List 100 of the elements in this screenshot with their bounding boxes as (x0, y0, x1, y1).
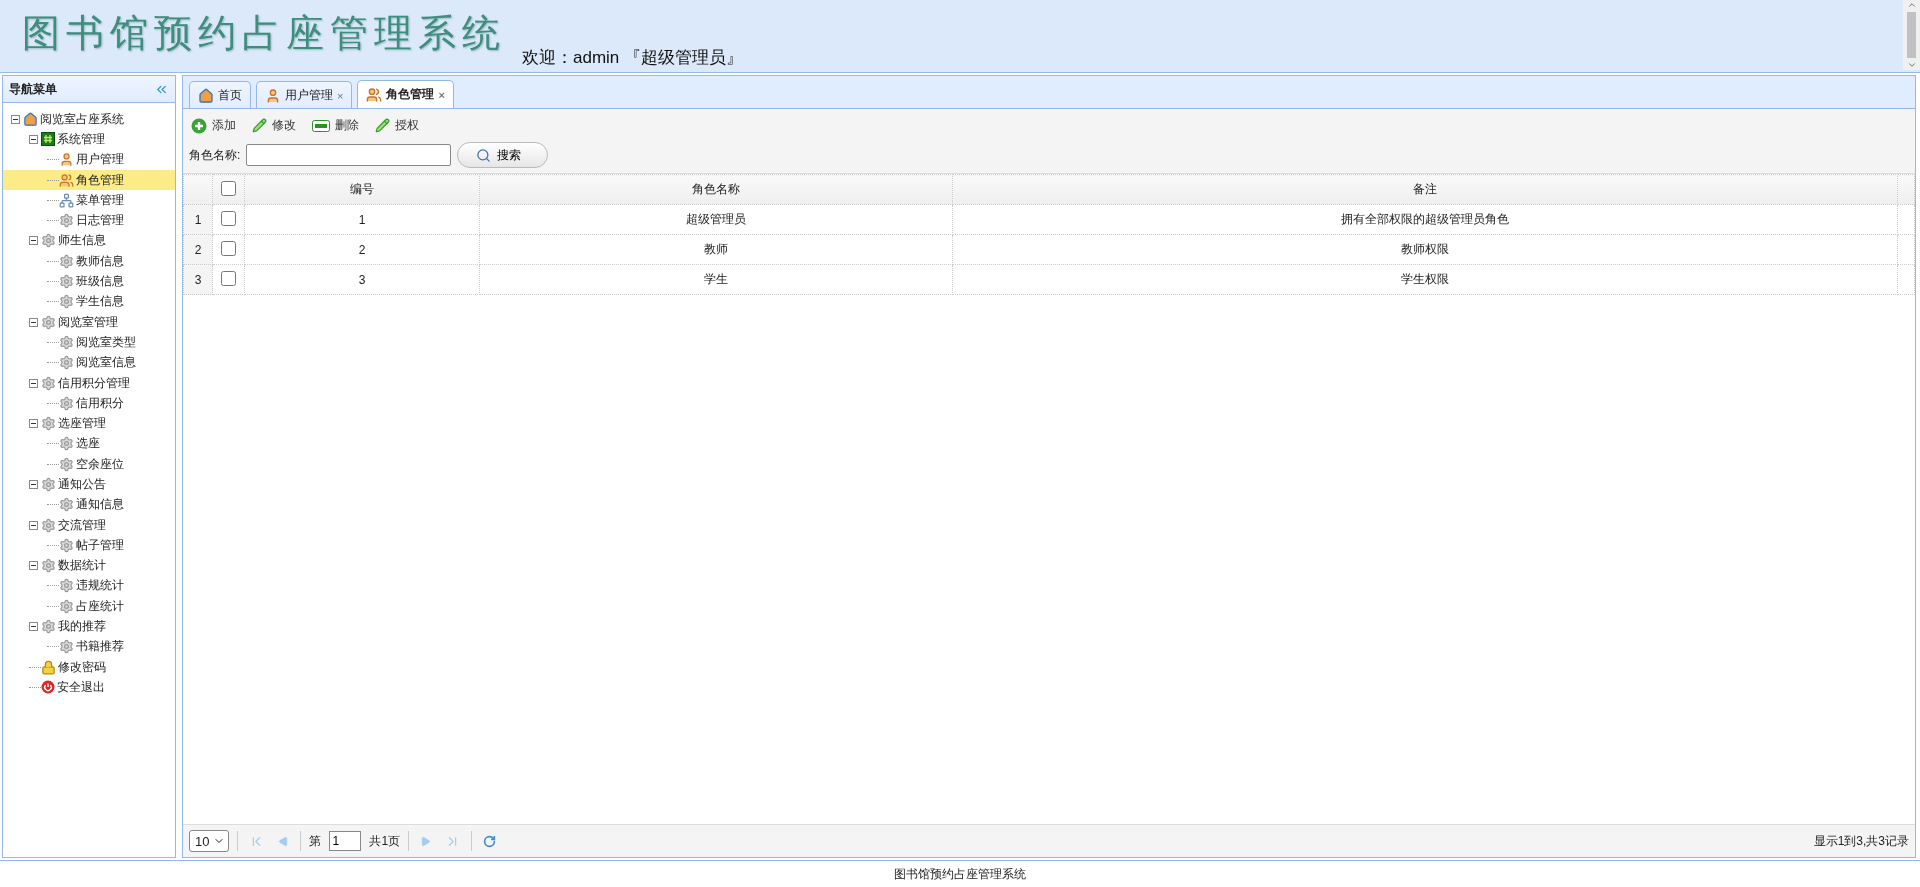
search-button[interactable]: 搜索 (457, 142, 549, 168)
table-cell: 学生 (479, 264, 953, 295)
tree-item[interactable]: 用户管理 (3, 149, 175, 170)
collapse-icon[interactable] (29, 378, 38, 388)
collapse-icon[interactable] (29, 480, 38, 489)
tree-item[interactable]: 信用积分 (3, 393, 175, 414)
tree-item[interactable]: 安全退出 (3, 677, 175, 698)
table-cell: 3 (244, 264, 480, 295)
tree-item[interactable]: 班级信息 (3, 271, 175, 292)
tree-item[interactable]: 修改密码 (3, 657, 175, 678)
tree-item[interactable]: 数据统计 (3, 555, 175, 576)
gear-icon (41, 477, 56, 492)
page-size-select[interactable]: 10 (189, 830, 230, 852)
row-number: 1 (183, 204, 213, 235)
sitemap-icon (59, 192, 74, 208)
tab[interactable]: 首页 (189, 81, 251, 109)
toolbar-button[interactable]: 添加 (189, 115, 238, 136)
tree-item[interactable]: 阅览室类型 (3, 332, 175, 353)
table-cell: 拥有全部权限的超级管理员角色 (952, 204, 1898, 235)
tab[interactable]: 角色管理 × (357, 80, 454, 109)
close-icon[interactable]: × (337, 89, 344, 102)
gear-icon (59, 253, 74, 269)
column-header[interactable]: 角色名称 (479, 174, 953, 205)
tree-item[interactable]: 我的推荐 (3, 616, 175, 637)
toolbar-button[interactable]: 修改 (250, 115, 298, 136)
tree-item[interactable]: 日志管理 (3, 210, 175, 231)
row-checkbox[interactable] (221, 210, 236, 226)
gear-icon (59, 456, 74, 472)
tree-item[interactable]: 信用积分管理 (3, 372, 175, 394)
tree-item[interactable]: 通知公告 (3, 474, 175, 495)
collapse-icon[interactable] (29, 317, 38, 327)
scrollbar[interactable] (1903, 0, 1920, 70)
record-summary: 显示1到3,共3记录 (1813, 832, 1909, 850)
collapse-icon[interactable] (29, 520, 38, 530)
gear-icon (41, 416, 56, 432)
users-icon (59, 172, 74, 188)
gear-icon (59, 497, 74, 513)
column-header[interactable]: 编号 (244, 174, 480, 205)
collapse-icon[interactable] (11, 114, 20, 124)
previous-icon (278, 835, 290, 847)
tree-item[interactable]: 空余座位 (3, 454, 175, 475)
search-icon (476, 147, 492, 163)
collapse-icon[interactable] (29, 561, 38, 571)
search-label: 角色名称: (189, 146, 241, 164)
welcome-text: 欢迎：admin 『超级管理员』 (522, 47, 744, 69)
gear-icon (59, 294, 74, 310)
table-cell: 超级管理员 (479, 204, 953, 235)
tree-item[interactable]: 阅览室占座系统 (3, 109, 175, 130)
tree-item[interactable]: 违规统计 (3, 575, 175, 597)
close-icon[interactable]: × (438, 88, 445, 101)
gear-icon (59, 639, 74, 655)
minus-icon (312, 119, 330, 132)
tree-item[interactable]: 系统管理 (3, 129, 175, 150)
collapse-icon[interactable] (29, 419, 38, 429)
gear-icon (59, 213, 74, 229)
tree-item[interactable]: 书籍推荐 (3, 636, 175, 657)
row-number: 3 (183, 264, 213, 295)
page-field[interactable]: 1 (329, 831, 362, 851)
gear-icon (59, 598, 74, 614)
page-prefix: 第 (309, 832, 322, 850)
tree-item[interactable]: 通知信息 (3, 494, 175, 515)
tree-item[interactable]: 教师信息 (3, 251, 175, 272)
lock-icon (41, 659, 56, 675)
gear-icon (41, 558, 56, 574)
row-number: 2 (183, 234, 213, 265)
tree-item[interactable]: 菜单管理 (3, 190, 175, 211)
sidebar-title: 导航菜单 (9, 80, 57, 98)
tree-item[interactable]: 占座统计 (3, 596, 175, 617)
collapse-icon[interactable] (29, 236, 38, 246)
tree-item[interactable]: 帖子管理 (3, 535, 175, 556)
table-cell: 教师权限 (952, 234, 1898, 265)
home-icon (23, 111, 38, 127)
tree-item[interactable]: 选座管理 (3, 413, 175, 434)
tree-item[interactable]: 师生信息 (3, 230, 175, 252)
power-icon (41, 680, 55, 695)
select-all-checkbox[interactable] (221, 180, 236, 196)
gear-icon (59, 395, 74, 411)
table-cell: 教师 (479, 234, 953, 265)
toolbar-button[interactable]: 授权 (373, 115, 421, 136)
collapse-icon[interactable] (29, 622, 38, 632)
gear-icon (59, 334, 74, 350)
collapse-icon[interactable] (29, 134, 38, 144)
column-header[interactable]: 备注 (952, 174, 1898, 205)
tab[interactable]: 用户管理 × (256, 81, 353, 109)
search-field[interactable] (246, 144, 452, 166)
tree-item[interactable]: 选座 (3, 433, 175, 455)
refresh-icon (483, 834, 497, 848)
gear-icon (41, 375, 56, 391)
tree-item[interactable]: 阅览室信息 (3, 352, 175, 373)
toolbar-button[interactable]: 删除 (310, 115, 361, 136)
row-checkbox[interactable] (221, 270, 236, 286)
scroll-down-icon[interactable] (1906, 60, 1917, 70)
scroll-up-icon[interactable] (1906, 0, 1917, 10)
tree-item[interactable]: 角色管理 (3, 169, 175, 191)
tree-item[interactable]: 阅览室管理 (3, 311, 175, 333)
hash-icon (41, 132, 55, 147)
page-total: 共1页 (369, 832, 401, 850)
row-checkbox[interactable] (221, 240, 236, 256)
tree-item[interactable]: 学生信息 (3, 291, 175, 312)
tree-item[interactable]: 交流管理 (3, 514, 175, 536)
